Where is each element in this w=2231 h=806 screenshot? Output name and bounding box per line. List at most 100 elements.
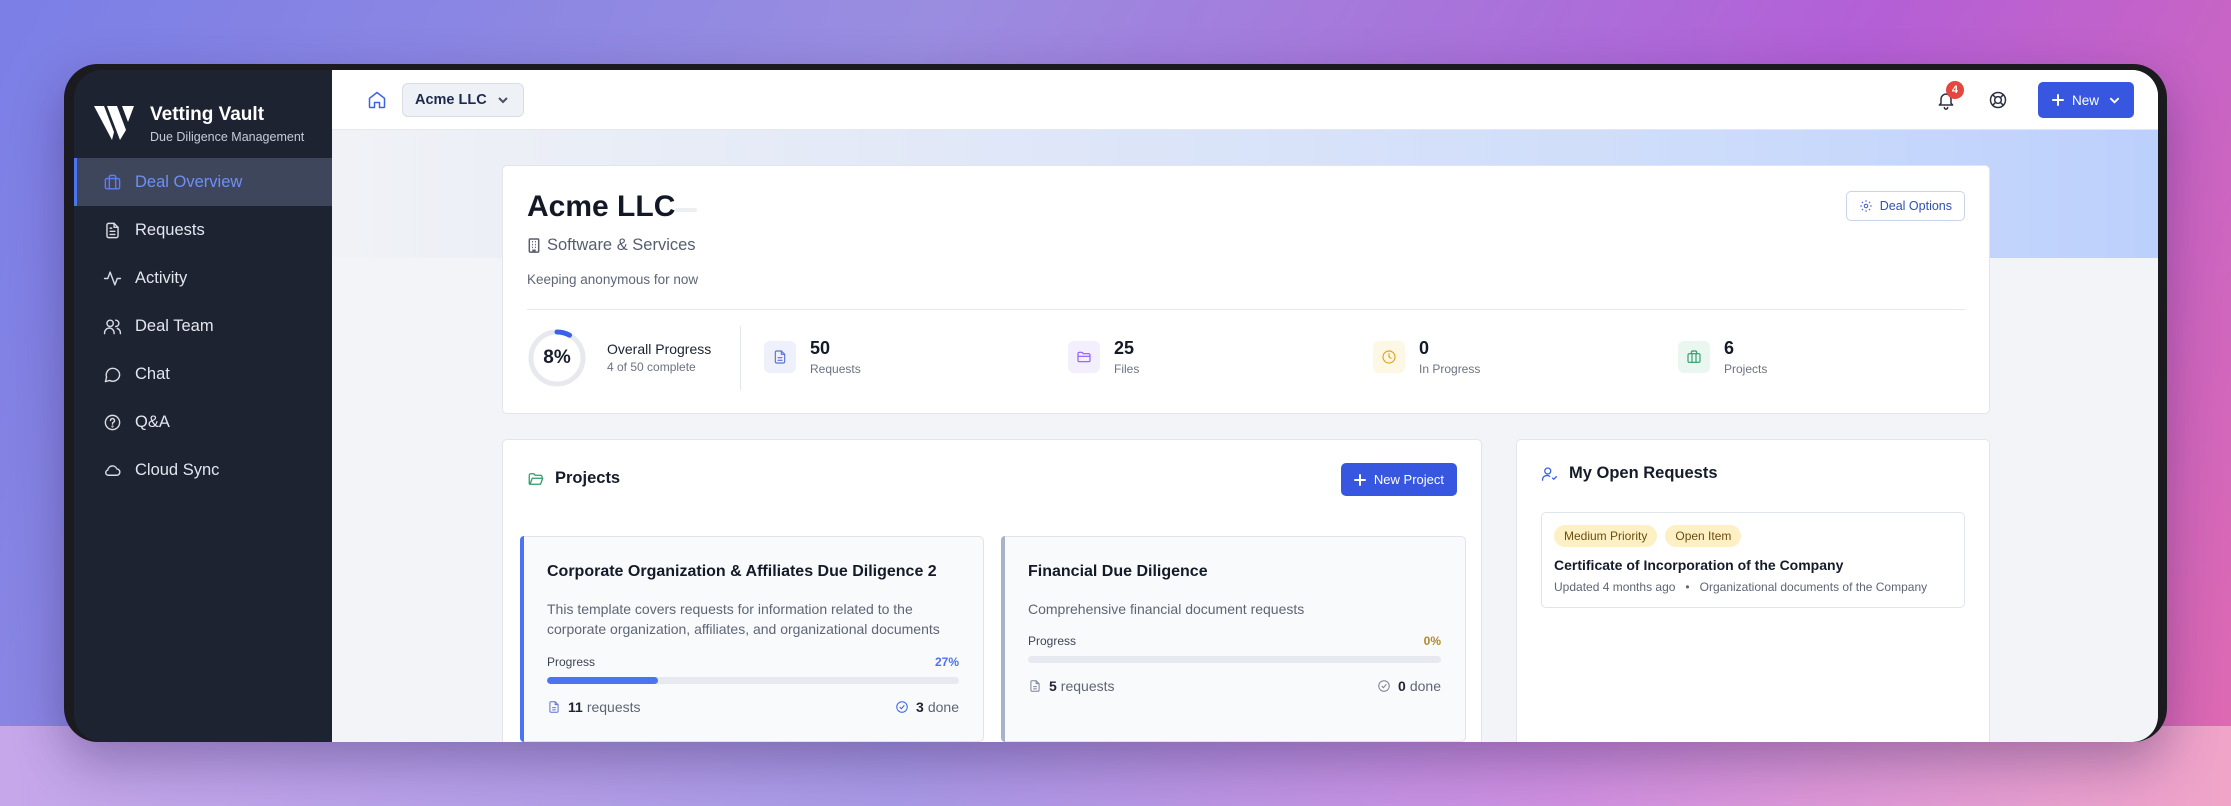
sidebar-item-chat[interactable]: Chat <box>74 350 332 398</box>
stat-label: Files <box>1114 362 1140 376</box>
stat-label: Requests <box>810 362 861 376</box>
project-progress-label: Progress <box>547 655 596 669</box>
project-requests-word: requests <box>1060 678 1115 694</box>
project-progress-percent: 27% <box>934 655 959 669</box>
app-frame: Vetting Vault Due Diligence Management D… <box>74 70 2158 742</box>
project-description-line: This template covers requests for inform… <box>547 601 913 617</box>
project-done-count: 3 <box>916 699 924 715</box>
chevron-down-icon <box>2109 97 2120 104</box>
briefcase-icon <box>1678 341 1710 373</box>
deal-selector-label: Acme LLC <box>415 91 487 108</box>
project-done-word: done <box>1409 678 1441 694</box>
project-footer: 5 requests 0 done <box>1028 678 1441 694</box>
chevron-down-icon <box>498 96 508 103</box>
project-progress-fill <box>547 677 659 684</box>
stat-value: 0 <box>1419 338 1430 358</box>
topbar-actions: 4 New <box>1928 81 2134 118</box>
deal-title: Acme LLC <box>527 190 676 223</box>
topbar: Acme LLC 4 New <box>332 70 2158 130</box>
request-category: Organizational documents of the Company <box>1699 580 1928 594</box>
notifications-button[interactable]: 4 <box>1928 81 1964 118</box>
project-done: 3 done <box>895 699 959 715</box>
request-tags: Medium Priority Open Item <box>1554 525 1749 547</box>
folder-icon <box>1068 341 1100 373</box>
briefcase-icon <box>102 172 122 192</box>
open-request-card[interactable]: Medium Priority Open Item Certificate of… <box>1541 512 1965 608</box>
stat-requests[interactable]: 50 Requests <box>764 338 861 376</box>
project-requests-count: 11 <box>568 699 583 715</box>
deal-selector[interactable]: Acme LLC <box>402 82 524 117</box>
project-progress-percent: 0% <box>1423 634 1441 648</box>
home-icon <box>368 91 386 108</box>
plus-icon <box>1353 473 1366 486</box>
stat-projects[interactable]: 6 Projects <box>1678 338 1767 376</box>
new-button[interactable]: New <box>2037 82 2134 118</box>
chat-icon <box>102 364 122 384</box>
cloud-icon <box>102 460 122 480</box>
stat-in-progress[interactable]: 0 In Progress <box>1373 338 1480 376</box>
activity-icon <box>102 268 122 288</box>
new-project-button[interactable]: New Project <box>1340 463 1457 496</box>
brand-title: Vetting Vault <box>150 104 265 125</box>
user-check-icon <box>1541 466 1558 481</box>
project-accent-bar <box>520 536 524 742</box>
request-title: Certificate of Incorporation of the Comp… <box>1554 557 1844 573</box>
overall-progress-percent: 8% <box>543 347 571 368</box>
document-icon <box>1030 680 1040 692</box>
project-card[interactable]: Corporate Organization & Affiliates Due … <box>520 536 984 742</box>
overall-progress-sub: 4 of 50 complete <box>607 360 696 374</box>
sidebar: Vetting Vault Due Diligence Management D… <box>74 70 332 742</box>
brand[interactable]: Vetting Vault Due Diligence Management <box>74 70 332 158</box>
deal-status-placeholder <box>675 208 697 212</box>
deal-options-button[interactable]: Deal Options <box>1845 191 1965 221</box>
help-button[interactable] <box>1980 82 2016 118</box>
brand-subtitle: Due Diligence Management <box>150 130 305 144</box>
project-requests: 11 requests <box>547 699 641 715</box>
sidebar-item-cloud-sync[interactable]: Cloud Sync <box>74 446 332 494</box>
document-icon <box>102 220 122 240</box>
sidebar-item-activity[interactable]: Activity <box>74 254 332 302</box>
deal-industry-label: Software & Services <box>547 236 696 254</box>
stat-value: 6 <box>1724 338 1735 358</box>
sidebar-item-label: Deal Team <box>135 316 214 335</box>
open-requests-title-label: My Open Requests <box>1569 464 1718 482</box>
sidebar-item-label: Activity <box>135 268 188 287</box>
help-circle-icon <box>102 412 122 432</box>
project-title: Corporate Organization & Affiliates Due … <box>547 563 937 580</box>
project-requests-word: requests <box>586 699 641 715</box>
stat-label: Projects <box>1724 362 1768 376</box>
sidebar-item-requests[interactable]: Requests <box>74 206 332 254</box>
stats-separator <box>740 326 741 390</box>
overall-progress-title: Overall Progress <box>607 341 712 357</box>
project-description: This template covers requests for inform… <box>547 599 959 639</box>
project-description-line: Comprehensive financial document request… <box>1028 601 1305 617</box>
project-footer: 11 requests 3 done <box>547 699 959 715</box>
stat-value: 25 <box>1114 338 1135 358</box>
status-tag: Open Item <box>1665 525 1742 547</box>
overall-progress-label: Overall Progress 4 of 50 complete <box>607 341 711 374</box>
sidebar-item-deal-overview[interactable]: Deal Overview <box>74 158 332 206</box>
deal-industry: Software & Services <box>527 236 696 255</box>
stat-files[interactable]: 25 Files <box>1068 338 1139 376</box>
sidebar-item-label: Chat <box>135 364 170 383</box>
new-button-label: New <box>2071 92 2099 108</box>
gear-icon <box>1859 200 1872 212</box>
brand-text: Vetting Vault Due Diligence Management <box>150 104 304 144</box>
sidebar-item-label: Deal Overview <box>135 172 243 191</box>
folder-open-icon <box>528 472 544 485</box>
project-requests-count: 5 <box>1049 678 1057 694</box>
sidebar-item-deal-team[interactable]: Deal Team <box>74 302 332 350</box>
home-button[interactable] <box>366 89 388 111</box>
project-card[interactable]: Financial Due Diligence Comprehensive fi… <box>1001 536 1466 742</box>
project-progress-label: Progress <box>1028 634 1077 648</box>
check-circle-icon <box>1378 680 1390 692</box>
priority-tag: Medium Priority <box>1554 525 1658 547</box>
deal-divider <box>527 309 1965 310</box>
users-icon <box>102 316 122 336</box>
notification-badge: 4 <box>1945 81 1964 99</box>
sidebar-item-qa[interactable]: Q&A <box>74 398 332 446</box>
project-done: 0 done <box>1377 678 1441 694</box>
vetting-vault-logo-icon <box>94 106 134 140</box>
project-description: Comprehensive financial document request… <box>1028 599 1440 619</box>
project-title: Financial Due Diligence <box>1028 563 1208 580</box>
